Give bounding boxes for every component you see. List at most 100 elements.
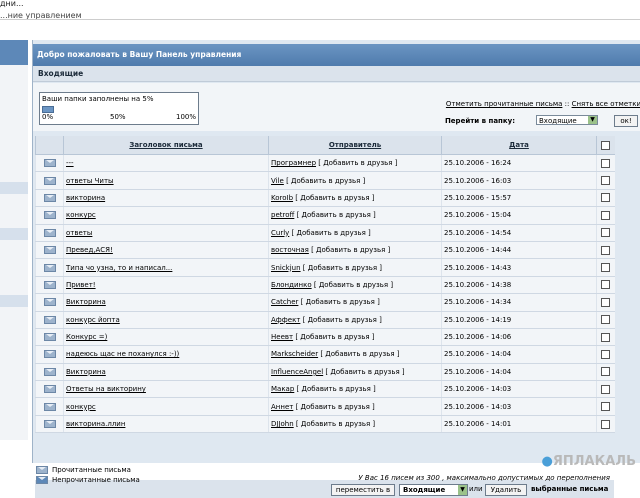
subject-cell: Конкурс =)	[63, 328, 269, 347]
table-row: Викторина Catcher [ Добавить в друзья ] 25…	[35, 293, 615, 312]
ok-button[interactable]: ок!	[614, 115, 638, 127]
delete-button[interactable]: Удалить	[485, 484, 527, 496]
message-subject-link[interactable]: конкурс	[66, 403, 96, 411]
message-subject-link[interactable]: Превед,АСЯ!	[66, 246, 113, 254]
header-subject[interactable]: Заголовок письма	[63, 136, 269, 155]
message-checkbox[interactable]	[601, 228, 611, 238]
add-friend-link[interactable]: [ Добавить в друзья ]	[296, 420, 375, 428]
message-checkbox[interactable]	[601, 315, 611, 325]
envelope-icon	[43, 159, 56, 168]
message-checkbox[interactable]	[601, 402, 611, 412]
add-friend-link[interactable]: [ Добавить в друзья ]	[292, 229, 371, 237]
message-subject-link[interactable]: Привет!	[66, 281, 96, 289]
message-checkbox[interactable]	[601, 332, 611, 342]
sender-link[interactable]: Аффект	[271, 316, 300, 324]
sender-cell: Vile [ Добавить в друзья ]	[268, 171, 442, 190]
legend-read: Прочитанные письма	[36, 465, 140, 475]
message-subject-link[interactable]: конкурс йопта	[66, 316, 120, 324]
select-cell	[596, 293, 615, 312]
sender-link[interactable]: Curly	[271, 229, 289, 237]
message-checkbox[interactable]	[601, 280, 611, 290]
add-friend-link[interactable]: [ Добавить в друзья ]	[295, 194, 374, 202]
message-subject-link[interactable]: ответы Читы	[66, 177, 114, 185]
sender-link[interactable]: восточная	[271, 246, 309, 254]
sender-link[interactable]: Аннет	[271, 403, 293, 411]
move-folder-select[interactable]: Входящие ▼	[399, 484, 468, 496]
sender-link[interactable]: Програмнер	[271, 159, 316, 167]
subject-cell: ответы Читы	[63, 171, 269, 190]
message-subject-link[interactable]: надеюсь щас не поханулся :-))	[66, 350, 179, 358]
message-date: 25.10.2006 - 15:57	[444, 193, 512, 202]
add-friend-link[interactable]: [ Добавить в друзья ]	[301, 298, 380, 306]
message-subject-link[interactable]: викторина	[66, 194, 105, 202]
sender-link[interactable]: DJJohn	[271, 420, 294, 428]
sender-cell: Програмнер [ Добавить в друзья ]	[268, 154, 442, 173]
sender-link[interactable]: Блондинко	[271, 281, 312, 289]
header-date[interactable]: Дата	[441, 136, 597, 155]
select-cell	[596, 345, 615, 364]
sender-link[interactable]: Snickjun	[271, 264, 301, 272]
move-to-button[interactable]: переместить в	[331, 484, 395, 496]
message-checkbox[interactable]	[601, 210, 611, 220]
message-checkbox[interactable]	[601, 349, 611, 359]
subject-cell: викторина.ллин	[63, 415, 269, 434]
subject-cell: надеюсь щас не поханулся :-))	[63, 345, 269, 364]
mark-read-link[interactable]: Отметить прочитанные письма	[446, 100, 562, 108]
sender-link[interactable]: Макар	[271, 385, 294, 393]
add-friend-link[interactable]: [ Добавить в друзья ]	[295, 333, 374, 341]
envelope-icon	[43, 211, 56, 220]
message-date: 25.10.2006 - 16:24	[444, 159, 512, 168]
sender-link[interactable]: KoroIb	[271, 194, 293, 202]
message-subject-link[interactable]: ответы	[66, 229, 92, 237]
panel-header: Добро пожаловать в Вашу Панель управлени…	[33, 44, 640, 66]
sender-link[interactable]: Vile	[271, 177, 284, 185]
sender-link[interactable]: Heeвт	[271, 333, 293, 341]
add-friend-link[interactable]: [ Добавить в друзья ]	[320, 350, 399, 358]
add-friend-link[interactable]: [ Добавить в друзья ]	[311, 246, 390, 254]
header-sender[interactable]: Отправитель	[268, 136, 442, 155]
envelope-icon	[43, 333, 56, 342]
message-checkbox[interactable]	[601, 193, 611, 203]
message-checkbox[interactable]	[601, 367, 611, 377]
add-friend-link[interactable]: [ Добавить в друзья ]	[296, 403, 375, 411]
message-subject-link[interactable]: Викторина	[66, 368, 106, 376]
message-checkbox[interactable]	[601, 176, 611, 186]
add-friend-link[interactable]: [ Добавить в друзья ]	[325, 368, 404, 376]
goto-label: Перейти в папку:	[444, 117, 515, 125]
message-checkbox[interactable]	[601, 245, 611, 255]
message-subject-link[interactable]: конкурс	[66, 211, 96, 219]
add-friend-link[interactable]: [ Добавить в друзья ]	[297, 385, 376, 393]
message-subject-link[interactable]: викторина.ллин	[66, 420, 125, 428]
add-friend-link[interactable]: [ Добавить в друзья ]	[314, 281, 393, 289]
add-friend-link[interactable]: [ Добавить в друзья ]	[303, 316, 382, 324]
header-select-all	[596, 136, 615, 155]
sender-link[interactable]: Catcher	[271, 298, 298, 306]
select-cell	[596, 328, 615, 347]
message-subject-link[interactable]: Ответы на викторину	[66, 385, 146, 393]
message-subject-link[interactable]: Конкурс =)	[66, 333, 107, 341]
message-subject-link[interactable]: Викторина	[66, 298, 106, 306]
message-checkbox[interactable]	[601, 297, 611, 307]
message-checkbox[interactable]	[601, 384, 611, 394]
message-icon-cell	[35, 363, 64, 382]
date-cell: 25.10.2006 - 15:04	[441, 206, 597, 225]
message-icon-cell	[35, 224, 64, 242]
sender-link[interactable]: Markscheider	[271, 350, 318, 358]
sender-link[interactable]: petroff	[271, 211, 294, 219]
message-checkbox[interactable]	[601, 158, 611, 168]
message-checkbox[interactable]	[601, 419, 611, 429]
message-subject-link[interactable]: ---	[66, 159, 74, 167]
select-all-checkbox[interactable]	[601, 140, 611, 150]
logo-text: ЯПЛАКАЛЬ	[552, 454, 636, 469]
drop-icon: ●	[541, 454, 553, 469]
control-panel: Добро пожаловать в Вашу Панель управлени…	[32, 40, 640, 498]
unmark-all-link[interactable]: Снять все отметки	[572, 100, 640, 108]
add-friend-link[interactable]: [ Добавить в друзья ]	[297, 211, 376, 219]
message-checkbox[interactable]	[601, 263, 611, 273]
message-subject-link[interactable]: Типа чо узна, то и написал...	[66, 264, 172, 272]
goto-folder-select[interactable]: Входящие ▼	[536, 115, 598, 125]
sender-link[interactable]: InfluenceAngel	[271, 368, 323, 376]
add-friend-link[interactable]: [ Добавить в друзья ]	[286, 177, 365, 185]
add-friend-link[interactable]: [ Добавить в друзья ]	[318, 159, 397, 167]
add-friend-link[interactable]: [ Добавить в друзья ]	[303, 264, 382, 272]
